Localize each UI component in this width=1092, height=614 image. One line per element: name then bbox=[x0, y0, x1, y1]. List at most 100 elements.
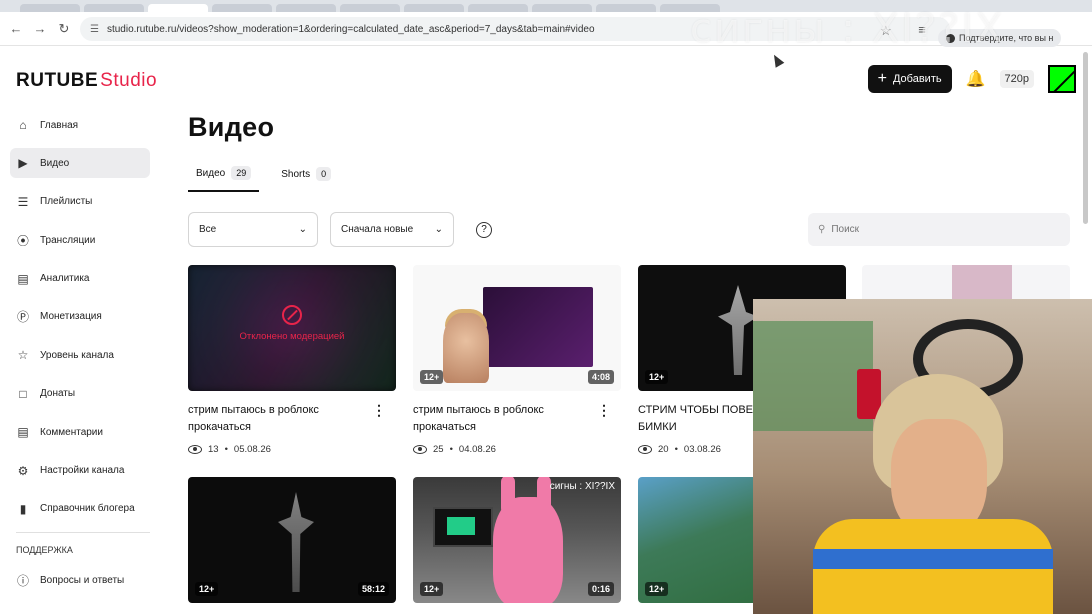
logo-product: Studio bbox=[100, 70, 158, 91]
browser-tab[interactable] bbox=[404, 4, 464, 12]
moderation-status: Отклонено модерацией bbox=[188, 305, 396, 342]
sort-select[interactable]: Сначала новые ⌄ bbox=[330, 212, 454, 247]
tab-count: 29 bbox=[231, 166, 252, 180]
sidebar-item-blogger-guide[interactable]: ▮ Справочник блогера bbox=[10, 494, 150, 524]
sidebar-item-donations[interactable]: □ Донаты bbox=[10, 379, 150, 409]
search-icon: ⚲ bbox=[818, 224, 826, 235]
sidebar-item-faq[interactable]: ⓘ Вопросы и ответы bbox=[10, 565, 150, 595]
sidebar-item-channel-settings[interactable]: ⚙ Настройки канала bbox=[10, 456, 150, 486]
browser-tab[interactable] bbox=[276, 4, 336, 12]
video-thumbnail[interactable]: Отклонено модерацией bbox=[188, 265, 396, 391]
broadcast-icon: ⦿ bbox=[16, 233, 29, 248]
site-settings-icon[interactable]: ☰ bbox=[90, 24, 99, 35]
search-input[interactable] bbox=[831, 224, 1052, 235]
sidebar-item-label: Настройки канала bbox=[40, 465, 125, 477]
duration-badge: 4:08 bbox=[587, 370, 614, 384]
page-title: Видео bbox=[188, 112, 275, 142]
video-card[interactable]: сигны : XI??IX 12+ 0:16 bbox=[413, 477, 621, 603]
back-icon[interactable]: ← bbox=[4, 21, 28, 36]
sidebar-item-channel-level[interactable]: ☆ Уровень канала bbox=[10, 340, 150, 370]
publish-date: 05.08.26 bbox=[233, 444, 271, 455]
sidebar-item-analytics[interactable]: ▤ Аналитика bbox=[10, 264, 150, 294]
logo-brand: RUTUBE bbox=[16, 70, 99, 91]
url-text: studio.rutube.ru/videos?show_moderation=… bbox=[106, 23, 595, 35]
sidebar-item-playlists[interactable]: ☰ Плейлисты bbox=[10, 187, 150, 217]
video-icon: ▶ bbox=[18, 156, 28, 171]
video-thumbnail[interactable]: 12+ 58:12 bbox=[188, 477, 396, 603]
sidebar-item-label: Монетизация bbox=[40, 311, 102, 323]
sidebar-item-comments[interactable]: ▤ Комментарии bbox=[10, 417, 150, 447]
support-caption: ПОДДЕРЖКА bbox=[16, 545, 73, 556]
age-rating-badge: 12+ bbox=[645, 370, 669, 384]
sidebar-item-video[interactable]: ▶ Видео bbox=[10, 148, 150, 179]
bell-icon[interactable]: 🔔 bbox=[966, 69, 986, 89]
home-icon: ⌂ bbox=[19, 118, 27, 132]
forward-icon[interactable]: → bbox=[28, 21, 52, 36]
settings-icon: ⚙ bbox=[17, 463, 29, 478]
reload-icon[interactable]: ↻ bbox=[52, 21, 76, 37]
browser-tab[interactable] bbox=[340, 4, 400, 12]
age-rating-badge: 12+ bbox=[420, 370, 444, 384]
sidebar-item-label: Трансляции bbox=[40, 234, 96, 246]
more-options-icon[interactable]: ⋮ bbox=[597, 402, 611, 419]
video-title[interactable]: стрим пытаюсь в роблокс прокачаться bbox=[188, 402, 368, 436]
sidebar: ⌂ Главная ▶ Видео ☰ Плейлисты ⦿ Трансляции ▤… bbox=[10, 110, 150, 604]
browser-tab-active[interactable] bbox=[148, 4, 208, 12]
donations-icon: □ bbox=[19, 386, 27, 401]
add-label: Добавить bbox=[892, 73, 942, 85]
video-title[interactable]: стрим пытаюсь в роблокс прокачаться bbox=[413, 402, 593, 436]
playlist-icon: ☰ bbox=[17, 194, 29, 209]
header-actions: + Добавить 🔔 720p bbox=[867, 65, 1076, 93]
more-options-icon[interactable]: ⋮ bbox=[372, 402, 386, 419]
quality-badge[interactable]: 720p bbox=[999, 70, 1034, 88]
sidebar-item-label: Аналитика bbox=[40, 273, 90, 285]
avatar[interactable] bbox=[1048, 65, 1076, 93]
moderation-status-label: Отклонено модерацией bbox=[239, 331, 345, 342]
sidebar-item-label: Справочник блогера bbox=[40, 503, 135, 515]
views-icon bbox=[188, 445, 202, 454]
video-thumbnail[interactable]: сигны : XI??IX 12+ 0:16 bbox=[413, 477, 621, 603]
views-icon bbox=[413, 445, 427, 454]
video-meta: 25 • 04.08.26 bbox=[413, 444, 621, 455]
tab-label: Shorts bbox=[281, 168, 311, 180]
browser-tab[interactable] bbox=[596, 4, 656, 12]
analytics-icon: ▤ bbox=[17, 271, 29, 286]
video-thumbnail[interactable]: 12+ 4:08 bbox=[413, 265, 621, 391]
chevron-down-icon: ⌄ bbox=[298, 224, 307, 235]
duration-badge: 58:12 bbox=[357, 582, 389, 596]
age-rating-badge: 12+ bbox=[420, 582, 444, 596]
help-icon[interactable]: ? bbox=[476, 221, 492, 238]
sidebar-item-broadcasts[interactable]: ⦿ Трансляции bbox=[10, 225, 150, 255]
video-thumbnail[interactable] bbox=[862, 265, 1070, 301]
browser-tab[interactable] bbox=[468, 4, 528, 12]
status-filter-select[interactable]: Все ⌄ bbox=[188, 212, 318, 247]
page-scrollbar[interactable] bbox=[1083, 52, 1088, 224]
sidebar-item-monetization[interactable]: Ⓟ Монетизация bbox=[10, 302, 150, 332]
sort-value: Сначала новые bbox=[341, 224, 414, 235]
star-icon: ☆ bbox=[17, 348, 29, 363]
add-video-button[interactable]: + Добавить bbox=[867, 65, 952, 93]
video-meta: 13 • 05.08.26 bbox=[188, 444, 396, 455]
sidebar-item-home[interactable]: ⌂ Главная bbox=[10, 110, 150, 140]
tab-shorts[interactable]: Shorts 0 bbox=[273, 166, 339, 192]
search-box[interactable]: ⚲ bbox=[808, 213, 1070, 246]
sidebar-item-label: Донаты bbox=[40, 388, 76, 400]
browser-tab[interactable] bbox=[84, 4, 144, 12]
webcam-overlay bbox=[753, 299, 1092, 614]
video-card[interactable]: 12+ 4:08 стрим пытаюсь в роблокс прокача… bbox=[413, 265, 621, 455]
tab-videos[interactable]: Видео 29 bbox=[188, 166, 260, 192]
browser-tab[interactable] bbox=[20, 4, 80, 12]
chevron-down-icon: ⌄ bbox=[434, 224, 443, 235]
browser-tab[interactable] bbox=[212, 4, 272, 12]
views-count: 13 bbox=[208, 444, 219, 455]
monetization-icon: Ⓟ bbox=[16, 310, 29, 325]
video-card[interactable]: Отклонено модерацией стрим пытаюсь в роб… bbox=[188, 265, 396, 455]
rutube-studio-logo[interactable]: RUTUBE Studio bbox=[16, 70, 157, 92]
status-filter-value: Все bbox=[199, 224, 217, 235]
tab-count: 0 bbox=[316, 167, 332, 181]
filters-row: Все ⌄ Сначала новые ⌄ ? bbox=[188, 212, 492, 247]
sidebar-item-label: Видео bbox=[40, 157, 70, 169]
duration-badge: 0:16 bbox=[587, 582, 614, 596]
video-card[interactable]: 12+ 58:12 bbox=[188, 477, 396, 603]
browser-tab[interactable] bbox=[532, 4, 592, 12]
